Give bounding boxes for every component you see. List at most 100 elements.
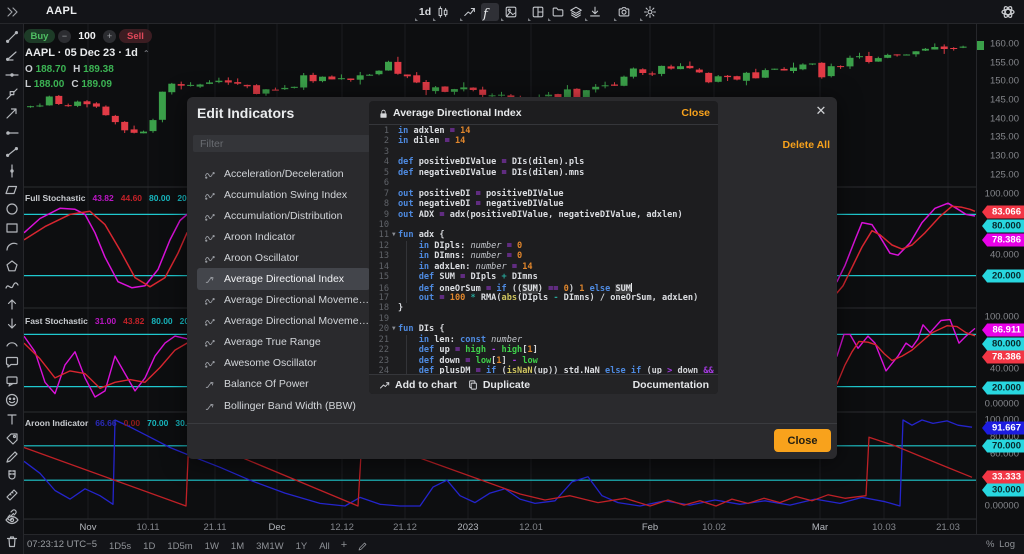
parallelogram-icon[interactable] bbox=[4, 182, 20, 198]
pane-title[interactable]: Fast Stochastic bbox=[25, 316, 88, 326]
eye-icon[interactable] bbox=[4, 512, 20, 528]
layout-split-icon[interactable] bbox=[528, 3, 547, 21]
indicator-item[interactable]: Balance Of Power bbox=[197, 374, 370, 395]
folder-icon[interactable] bbox=[548, 3, 567, 21]
range-button-all[interactable]: All bbox=[319, 541, 330, 552]
time-scale[interactable]: Nov 10.11 21.11 Dec 12.12 21.12 2023 12.01 Feb 10… bbox=[24, 519, 976, 534]
quantity-increase-button[interactable]: + bbox=[103, 29, 116, 43]
add-range-button[interactable]: + bbox=[341, 539, 347, 551]
curve-icon[interactable] bbox=[4, 277, 20, 293]
price-label-icon[interactable] bbox=[4, 430, 20, 446]
buy-button[interactable]: Buy bbox=[24, 29, 55, 43]
info-line-icon[interactable] bbox=[4, 144, 20, 160]
indicator-item[interactable]: Average Directional Index bbox=[197, 268, 370, 290]
pane-legend: Fast Stochastic31.0043.8280.0020.00 bbox=[25, 316, 201, 326]
price-axis-label: 155.00 bbox=[989, 57, 1019, 69]
brush-icon[interactable] bbox=[4, 449, 20, 465]
indicator-label: Aroon Indicator bbox=[224, 230, 296, 243]
pane-title[interactable]: Aroon Indicator bbox=[25, 418, 88, 428]
range-button-1y[interactable]: 1Y bbox=[296, 541, 308, 552]
range-button-1m[interactable]: 1M bbox=[231, 541, 244, 552]
download-icon[interactable] bbox=[585, 3, 604, 21]
vertical-line-icon[interactable] bbox=[4, 163, 20, 179]
price-badge: 20.000 bbox=[982, 269, 1024, 283]
trash-icon[interactable] bbox=[4, 534, 20, 550]
compare-icon[interactable] bbox=[460, 3, 479, 21]
log-scale-button[interactable]: Log bbox=[999, 539, 1015, 550]
close-x-icon[interactable]: ✕ bbox=[814, 104, 828, 118]
sell-button[interactable]: Sell bbox=[119, 29, 152, 43]
price-axis-label: 150.00 bbox=[989, 75, 1019, 87]
candles-style-icon[interactable] bbox=[433, 3, 452, 21]
delete-all-button[interactable]: Delete All bbox=[783, 139, 830, 151]
arc-down-icon[interactable] bbox=[4, 335, 20, 351]
arc-icon[interactable] bbox=[4, 239, 20, 255]
quantity-decrease-button[interactable]: − bbox=[58, 29, 71, 43]
comment-icon[interactable] bbox=[4, 354, 20, 370]
range-button-1d[interactable]: 1D bbox=[143, 541, 155, 552]
documentation-link[interactable]: Documentation bbox=[633, 379, 709, 391]
pane-title[interactable]: Full Stochastic bbox=[25, 193, 85, 203]
indicator-item[interactable]: Acceleration/Deceleration bbox=[197, 163, 370, 184]
price-legend: AAPL · 05 Dec 23 · 1d ⌃ O 188.70 H 189.38 … bbox=[25, 47, 150, 90]
clock-label[interactable]: 07:23:12 UTC−5 bbox=[27, 539, 97, 550]
indicator-item[interactable]: Accumulation/Distribution bbox=[197, 205, 370, 226]
dialog-close-button[interactable]: Close bbox=[774, 429, 831, 452]
cross-line-icon[interactable] bbox=[4, 86, 20, 102]
horizontal-line-icon[interactable] bbox=[4, 67, 20, 83]
indicator-item[interactable]: Aroon Oscillator bbox=[197, 247, 370, 268]
chevrons-right-icon[interactable] bbox=[4, 4, 20, 20]
price-scale[interactable]: 160.00 155.00 150.00 145.00 140.00 135.00 130.… bbox=[976, 24, 1024, 534]
arrow-down-icon[interactable] bbox=[4, 316, 20, 332]
measure-icon[interactable] bbox=[4, 487, 20, 503]
symbol-button[interactable]: AAPL bbox=[46, 5, 77, 17]
camera-icon[interactable] bbox=[614, 3, 633, 21]
code-line: 3 bbox=[383, 146, 389, 157]
range-button-1d5s[interactable]: 1D5s bbox=[109, 541, 131, 552]
script-close-button[interactable]: Close bbox=[681, 107, 710, 119]
code-editor[interactable]: 1 in adxlen = 14 2 in dilen = 14 3 4 def posit… bbox=[369, 126, 718, 374]
indicator-item[interactable]: Bollinger Band Width (BBW) bbox=[197, 395, 370, 416]
layers-icon[interactable] bbox=[567, 3, 585, 21]
filter-input[interactable] bbox=[193, 135, 370, 152]
indicator-item[interactable]: Average Directional Moveme… bbox=[197, 290, 370, 311]
percent-scale-button[interactable]: % bbox=[986, 539, 994, 550]
trend-line-icon[interactable] bbox=[4, 29, 20, 45]
code-line: 15 def SUM = DIpls + DImns bbox=[378, 272, 538, 283]
legend-symbol-title[interactable]: AAPL · 05 Dec 23 · 1d bbox=[25, 47, 138, 59]
range-button-1w[interactable]: 1W bbox=[205, 541, 219, 552]
wave-indicator-icon bbox=[204, 168, 216, 180]
emoji-icon[interactable] bbox=[4, 392, 20, 408]
indicator-item[interactable]: Average True Range bbox=[197, 332, 370, 353]
indicator-item[interactable]: Awesome Oscillator bbox=[197, 353, 370, 374]
range-button-3m1w[interactable]: 3M1W bbox=[256, 541, 283, 552]
indicator-item[interactable]: Average Directional Moveme… bbox=[197, 311, 370, 332]
script-indicator-icon bbox=[204, 378, 216, 390]
arrow-up-icon[interactable] bbox=[4, 296, 20, 312]
interval-button[interactable]: 1d bbox=[415, 3, 434, 21]
code-line: 17 out = 100 * RMA(abs(DIpls - DImns) / … bbox=[378, 293, 699, 304]
knot-logo-icon[interactable] bbox=[1000, 4, 1016, 20]
chevron-up-icon[interactable]: ⌃ bbox=[143, 49, 150, 58]
arrow-icon[interactable] bbox=[4, 105, 20, 121]
snapshot-image-icon[interactable] bbox=[501, 3, 520, 21]
rectangle-icon[interactable] bbox=[4, 220, 20, 236]
circle-icon[interactable] bbox=[4, 201, 20, 217]
indicators-fx-icon[interactable]: f bbox=[481, 3, 499, 22]
polygon-icon[interactable] bbox=[4, 258, 20, 274]
add-to-chart-button[interactable]: Add to chart bbox=[395, 379, 457, 391]
quantity-value[interactable]: 100 bbox=[74, 30, 100, 42]
pencil-icon[interactable] bbox=[357, 539, 368, 551]
duplicate-button[interactable]: Duplicate bbox=[483, 379, 530, 391]
horizontal-ray-icon[interactable] bbox=[4, 125, 20, 141]
pane-value: 0.00 bbox=[123, 418, 141, 428]
trend-angle-icon[interactable] bbox=[4, 48, 20, 64]
text-icon[interactable] bbox=[4, 411, 20, 427]
indicator-item[interactable]: Accumulation Swing Index bbox=[197, 184, 370, 205]
range-button-1d5m[interactable]: 1D5m bbox=[167, 541, 192, 552]
callout-icon[interactable] bbox=[4, 373, 20, 389]
gear-icon[interactable] bbox=[640, 3, 659, 21]
indicator-item[interactable]: Aroon Indicator bbox=[197, 226, 370, 247]
time-axis-label: 10.11 bbox=[136, 522, 160, 533]
magnet-icon[interactable] bbox=[4, 468, 20, 484]
